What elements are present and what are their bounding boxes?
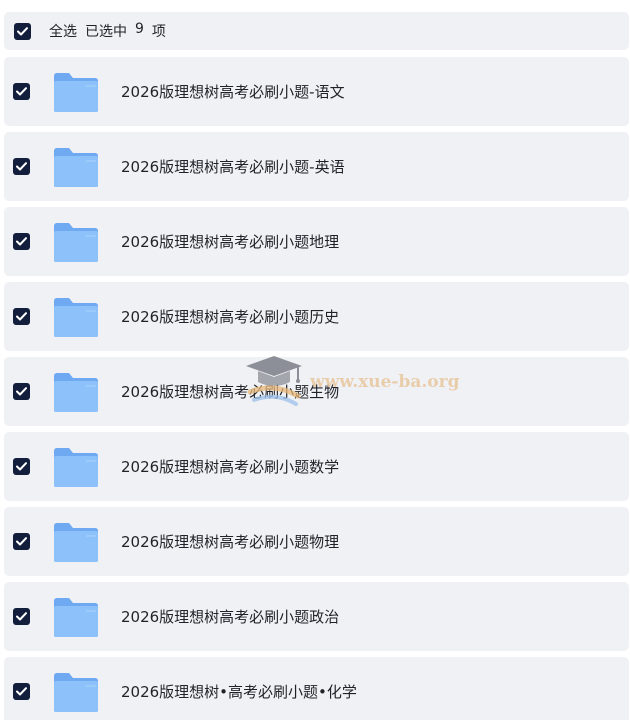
select-all-label[interactable]: 全选 xyxy=(49,21,77,41)
row-checkbox[interactable] xyxy=(13,458,30,475)
row-checkbox[interactable] xyxy=(13,83,30,100)
checkmark-icon xyxy=(16,462,27,471)
checkmark-icon xyxy=(16,87,27,96)
row-checkbox[interactable] xyxy=(13,158,30,175)
checkmark-icon xyxy=(16,312,27,321)
row-checkbox[interactable] xyxy=(13,683,30,700)
folder-icon xyxy=(52,70,100,114)
row-checkbox[interactable] xyxy=(13,308,30,325)
selection-summary: 全选 已选中 9 项 xyxy=(49,21,166,41)
folder-name[interactable]: 2026版理想树•高考必刷小题•化学 xyxy=(121,681,357,702)
checkmark-icon xyxy=(16,237,27,246)
folder-name[interactable]: 2026版理想树高考必刷小题政治 xyxy=(121,606,339,627)
row-checkbox[interactable] xyxy=(13,233,30,250)
folder-name[interactable]: 2026版理想树高考必刷小题地理 xyxy=(121,231,339,252)
folder-name[interactable]: 2026版理想树高考必刷小题-语文 xyxy=(121,81,345,102)
folder-icon xyxy=(52,370,100,414)
folder-icon xyxy=(52,595,100,639)
folder-icon xyxy=(52,670,100,714)
row-checkbox[interactable] xyxy=(13,533,30,550)
folder-row[interactable]: 2026版理想树高考必刷小题物理 xyxy=(4,507,629,576)
selection-header: 全选 已选中 9 项 xyxy=(4,12,629,50)
row-checkbox[interactable] xyxy=(13,608,30,625)
checkmark-icon xyxy=(16,537,27,546)
folder-name[interactable]: 2026版理想树高考必刷小题历史 xyxy=(121,306,339,327)
folder-name[interactable]: 2026版理想树高考必刷小题物理 xyxy=(121,531,339,552)
folder-row[interactable]: 2026版理想树高考必刷小题历史 xyxy=(4,282,629,351)
checkmark-icon xyxy=(16,162,27,171)
selected-count: 9 xyxy=(135,21,144,37)
checkmark-icon xyxy=(16,612,27,621)
folder-icon xyxy=(52,295,100,339)
folder-icon xyxy=(52,145,100,189)
folder-name[interactable]: 2026版理想树高考必刷小题数学 xyxy=(121,456,339,477)
folder-name[interactable]: 2026版理想树高考必刷小题生物 xyxy=(121,381,339,402)
checkmark-icon xyxy=(16,687,27,696)
folder-row[interactable]: 2026版理想树高考必刷小题-英语 xyxy=(4,132,629,201)
select-all-checkbox[interactable] xyxy=(14,22,31,40)
folder-row[interactable]: 2026版理想树高考必刷小题地理 xyxy=(4,207,629,276)
folder-icon xyxy=(52,445,100,489)
folder-row[interactable]: 2026版理想树高考必刷小题政治 xyxy=(4,582,629,651)
folder-icon xyxy=(52,220,100,264)
row-checkbox[interactable] xyxy=(13,383,30,400)
file-list-page: 全选 已选中 9 项 2026版理想树高考必刷小题-语文 2026版理想树高考必刷… xyxy=(0,0,630,720)
folder-row[interactable]: 2026版理想树•高考必刷小题•化学 xyxy=(4,657,629,720)
folder-row[interactable]: 2026版理想树高考必刷小题数学 xyxy=(4,432,629,501)
selected-suffix: 项 xyxy=(151,24,166,40)
checkmark-icon xyxy=(17,26,28,35)
folder-icon xyxy=(52,520,100,564)
folder-row[interactable]: 2026版理想树高考必刷小题生物 xyxy=(4,357,629,426)
folder-name[interactable]: 2026版理想树高考必刷小题-英语 xyxy=(121,156,345,177)
selected-prefix: 已选中 xyxy=(85,24,127,40)
folder-row[interactable]: 2026版理想树高考必刷小题-语文 xyxy=(4,57,629,126)
folder-list: 2026版理想树高考必刷小题-语文 2026版理想树高考必刷小题-英语 2026版理… xyxy=(4,57,629,720)
checkmark-icon xyxy=(16,387,27,396)
